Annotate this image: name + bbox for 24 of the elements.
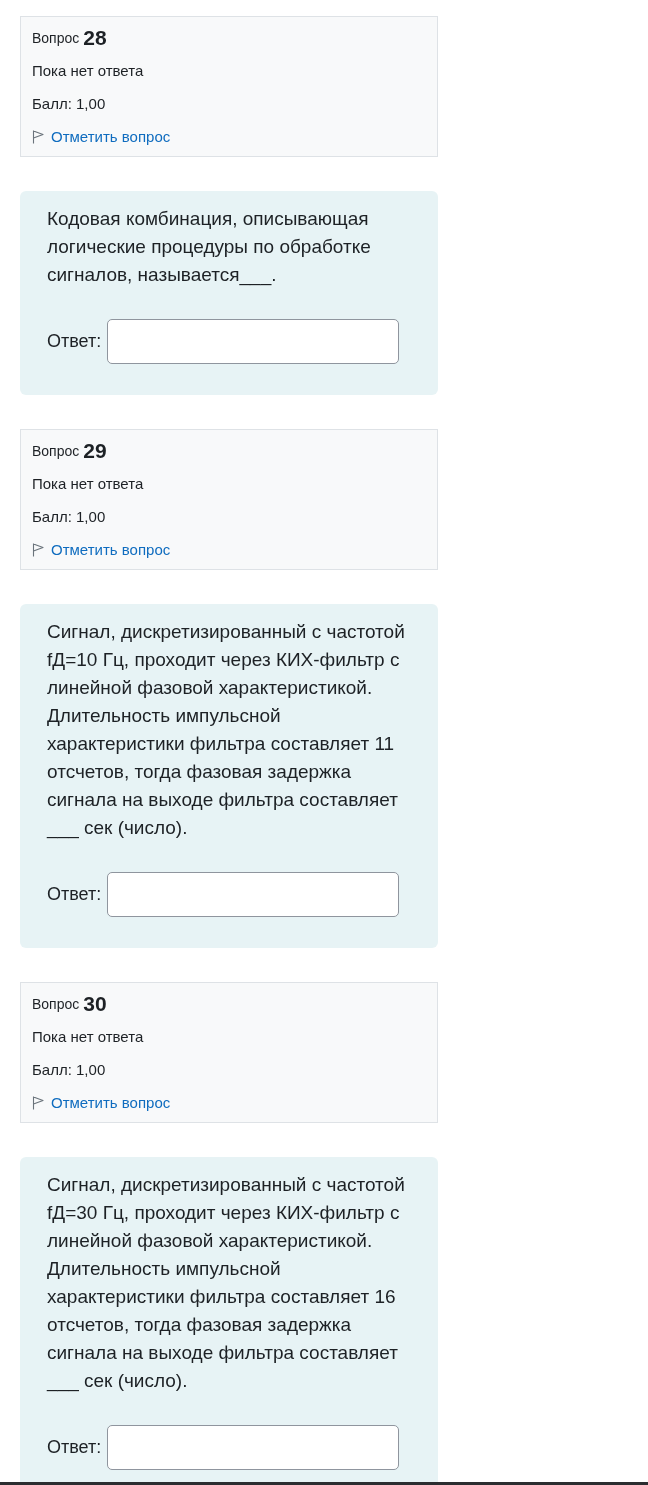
answer-label: Ответ:: [47, 331, 102, 352]
answer-input[interactable]: [107, 319, 400, 364]
question-text: Сигнал, дискретизированный с частотой fД=30 Гц, проходит через КИХ-фильтр с линейной фазовой характеристикой. Длительность импульсной характеристики фильтра составляет 16 отсчетов, тогда фазовая задержка сигнала на выходе фильтра составляет ___ сек (число).: [47, 1173, 406, 1394]
question-text: Сигнал, дискретизированный с частотой fД=10 Гц, проходит через КИХ-фильтр с линейной фазовой характеристикой. Длительность импульсной характеристики фильтра составляет 11 отсчетов, тогда фазовая задержка сигнала на выходе фильтра составляет ___ сек (число).: [47, 620, 406, 841]
question-label: Вопрос: [32, 29, 80, 46]
answer-input[interactable]: [107, 1425, 400, 1470]
answer-input[interactable]: [107, 872, 400, 917]
question-number: 28: [83, 25, 107, 50]
question-label: Вопрос: [32, 442, 80, 459]
flag-question-link[interactable]: Отметить вопрос: [32, 128, 171, 145]
question-text: Кодовая комбинация, описывающая логические процедуры по обработке сигналов, называется___.: [47, 207, 372, 288]
question-number: 30: [83, 991, 107, 1016]
flag-question-link[interactable]: Отметить вопрос: [32, 1094, 171, 1111]
flag-question-link[interactable]: Отметить вопрос: [32, 541, 171, 558]
question-grade: Балл: 1,00: [32, 1061, 106, 1078]
answer-status: Пока нет ответа: [32, 62, 144, 79]
answer-label: Ответ:: [47, 1437, 102, 1458]
answer-status: Пока нет ответа: [32, 1028, 144, 1045]
answer-status: Пока нет ответа: [32, 475, 144, 492]
answer-label: Ответ:: [47, 884, 102, 905]
question-label: Вопрос: [32, 995, 80, 1012]
question-grade: Балл: 1,00: [32, 508, 106, 525]
question-number: 29: [83, 438, 107, 463]
question-grade: Балл: 1,00: [32, 95, 106, 112]
